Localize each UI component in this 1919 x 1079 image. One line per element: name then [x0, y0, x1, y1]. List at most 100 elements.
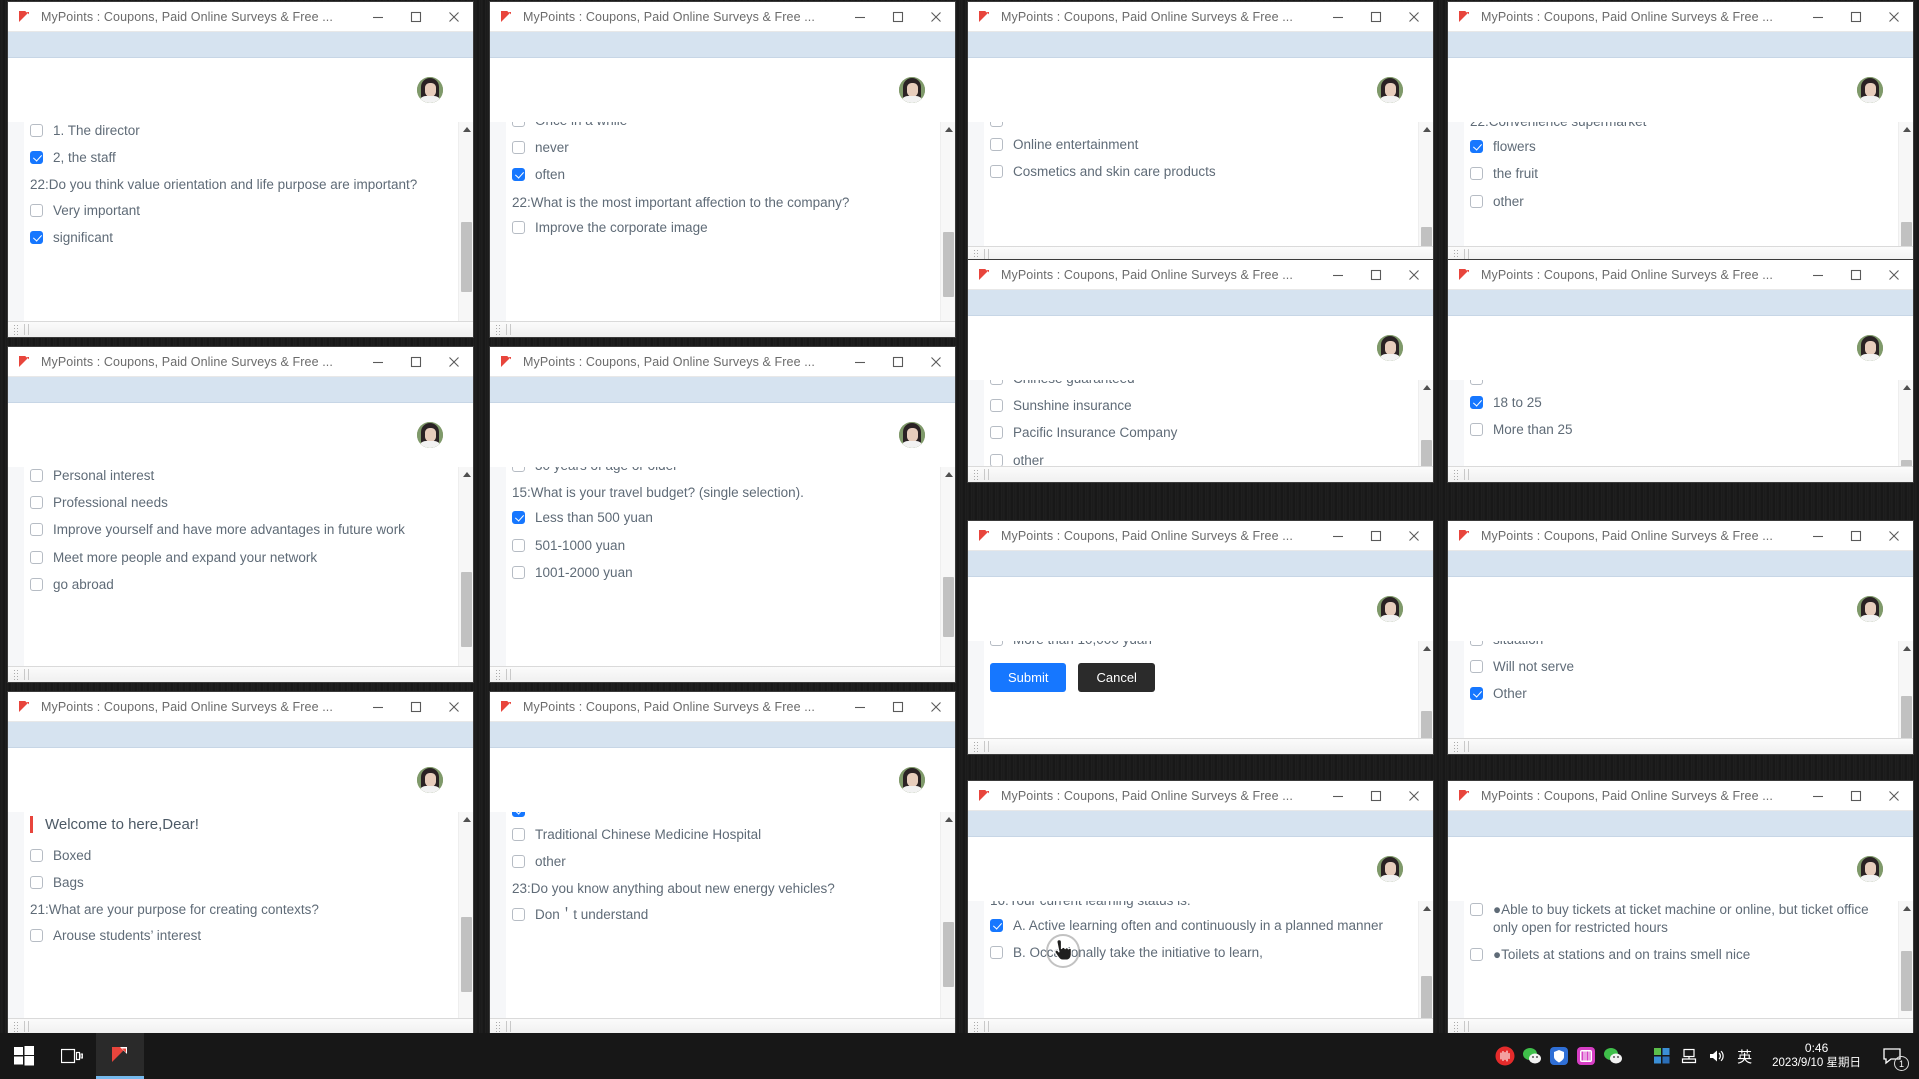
- option-row[interactable]: Don＇t understand: [512, 906, 929, 924]
- checkbox[interactable]: [512, 828, 525, 841]
- avatar[interactable]: [1857, 856, 1883, 882]
- scroll-up-arrow[interactable]: [941, 812, 955, 827]
- checkbox-checked[interactable]: [512, 511, 525, 525]
- checkbox[interactable]: [1470, 948, 1483, 962]
- close-button[interactable]: [917, 692, 955, 722]
- option-row[interactable]: ●Toilets at stations and on trains smell…: [1470, 946, 1887, 964]
- maximize-button[interactable]: [1357, 260, 1395, 290]
- option-row[interactable]: More than 25: [1470, 421, 1887, 439]
- wechat-2-icon[interactable]: [1599, 1033, 1626, 1079]
- wechat-icon[interactable]: [1518, 1033, 1545, 1079]
- checkbox[interactable]: [30, 124, 43, 137]
- browser-toolbar-strip[interactable]: [1448, 551, 1913, 577]
- checkbox[interactable]: [30, 928, 43, 942]
- browser-toolbar-strip[interactable]: [8, 722, 473, 748]
- scrollbar-thumb[interactable]: [461, 222, 472, 292]
- maximize-button[interactable]: [1357, 521, 1395, 551]
- netease-music-icon[interactable]: [1491, 1033, 1518, 1079]
- window-status-bar[interactable]: [968, 1018, 1433, 1034]
- checkbox[interactable]: [30, 876, 43, 890]
- window-controls[interactable]: [1319, 781, 1433, 811]
- avatar[interactable]: [1857, 596, 1883, 622]
- scroll-up-arrow[interactable]: [1899, 641, 1913, 656]
- minimize-button[interactable]: [359, 692, 397, 722]
- option-row[interactable]: other: [1470, 193, 1887, 211]
- checkbox[interactable]: [512, 565, 525, 579]
- window-controls[interactable]: [1799, 2, 1913, 32]
- maximize-button[interactable]: [1837, 781, 1875, 811]
- vertical-scrollbar[interactable]: [458, 812, 473, 1034]
- vertical-scrollbar[interactable]: [1418, 122, 1433, 262]
- option-row[interactable]: Bags: [30, 874, 447, 892]
- resize-grip[interactable]: [973, 469, 979, 480]
- window-status-bar[interactable]: [1448, 466, 1913, 482]
- browser-toolbar-strip[interactable]: [1448, 32, 1913, 58]
- window-status-bar[interactable]: [8, 1018, 473, 1034]
- option-row[interactable]: Sunshine insurance: [990, 397, 1407, 415]
- avatar[interactable]: [1377, 335, 1403, 361]
- option-row[interactable]: go abroad: [30, 576, 447, 594]
- close-button[interactable]: [917, 347, 955, 377]
- cancel-button[interactable]: Cancel: [1078, 663, 1155, 693]
- maximize-button[interactable]: [397, 692, 435, 722]
- security-shield-icon[interactable]: [1545, 1033, 1572, 1079]
- option-row[interactable]: Once in a while: [512, 122, 929, 130]
- network-icon[interactable]: [1675, 1033, 1702, 1079]
- checkbox-checked[interactable]: [512, 168, 525, 182]
- option-row[interactable]: Personal interest: [30, 467, 447, 485]
- close-button[interactable]: [1875, 521, 1913, 551]
- resize-grip[interactable]: [1453, 249, 1459, 260]
- maximize-button[interactable]: [1357, 2, 1395, 32]
- option-row[interactable]: Other: [1470, 685, 1887, 703]
- close-button[interactable]: [435, 2, 473, 32]
- window-status-bar[interactable]: [968, 466, 1433, 482]
- resize-grip[interactable]: [1453, 1021, 1459, 1032]
- checkbox[interactable]: [1470, 903, 1483, 916]
- avatar[interactable]: [899, 77, 925, 103]
- checkbox[interactable]: [512, 220, 525, 234]
- avatar[interactable]: [899, 422, 925, 448]
- option-row[interactable]: 30 years of age or older: [512, 467, 929, 475]
- window-status-bar[interactable]: [1448, 738, 1913, 754]
- minimize-button[interactable]: [841, 2, 879, 32]
- notification-center-icon[interactable]: 1: [1873, 1033, 1911, 1079]
- checkbox[interactable]: [1470, 380, 1483, 385]
- vertical-scrollbar[interactable]: [1898, 901, 1913, 1034]
- option-row[interactable]: situation: [1470, 641, 1887, 649]
- checkbox[interactable]: [30, 577, 43, 591]
- minimize-button[interactable]: [1799, 260, 1837, 290]
- vertical-scrollbar[interactable]: [458, 122, 473, 337]
- vertical-scrollbar[interactable]: [940, 812, 955, 1034]
- window-status-bar[interactable]: [490, 1018, 955, 1034]
- option-row[interactable]: the fruit: [1470, 165, 1887, 183]
- resize-grip[interactable]: [973, 249, 979, 260]
- avatar[interactable]: [1377, 596, 1403, 622]
- avatar[interactable]: [1857, 77, 1883, 103]
- close-button[interactable]: [917, 2, 955, 32]
- window-status-bar[interactable]: [8, 321, 473, 337]
- checkbox[interactable]: [512, 467, 525, 472]
- checkbox-checked[interactable]: [30, 230, 43, 244]
- maximize-button[interactable]: [1357, 781, 1395, 811]
- browser-toolbar-strip[interactable]: [968, 811, 1433, 837]
- option-row[interactable]: 1001-2000 yuan: [512, 564, 929, 582]
- minimize-button[interactable]: [359, 347, 397, 377]
- scrollbar-thumb[interactable]: [943, 577, 954, 637]
- option-row[interactable]: never: [512, 139, 929, 157]
- resize-grip[interactable]: [1453, 741, 1459, 752]
- maximize-button[interactable]: [1837, 260, 1875, 290]
- window-controls[interactable]: [841, 2, 955, 32]
- submit-button[interactable]: Submit: [990, 663, 1067, 693]
- window-controls[interactable]: [359, 347, 473, 377]
- system-tray[interactable]: 英 0:46 2023/9/10 星期日 1: [1491, 1033, 1919, 1079]
- avatar[interactable]: [1857, 335, 1883, 361]
- window-controls[interactable]: [841, 347, 955, 377]
- close-button[interactable]: [1875, 2, 1913, 32]
- scrollbar-thumb[interactable]: [461, 572, 472, 647]
- checkbox[interactable]: [1470, 660, 1483, 674]
- scroll-up-arrow[interactable]: [1419, 641, 1433, 656]
- close-button[interactable]: [435, 347, 473, 377]
- option-row[interactable]: flowers: [1470, 138, 1887, 156]
- minimize-button[interactable]: [1319, 781, 1357, 811]
- checkbox[interactable]: [990, 122, 1003, 127]
